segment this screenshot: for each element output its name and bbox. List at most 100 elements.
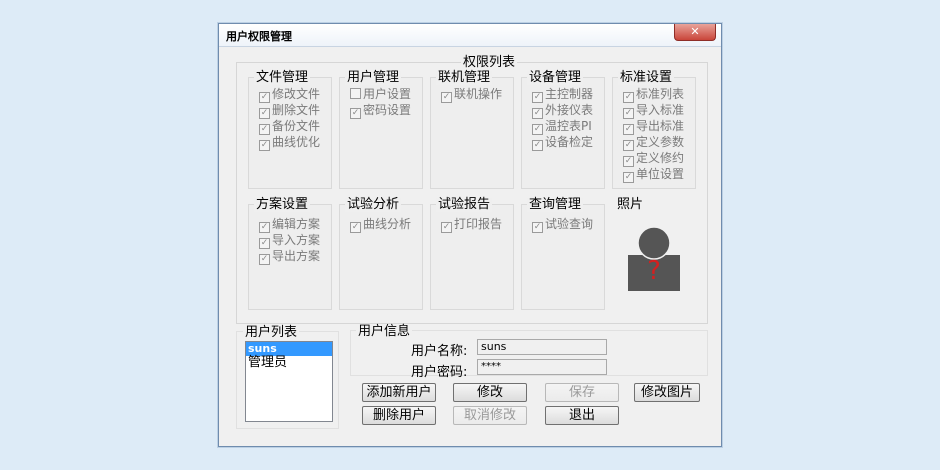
checkbox-main-controller[interactable]: ✓ 主控制器 [532,87,593,103]
checkbox-test-query[interactable]: ✓ 试验查询 [532,217,593,233]
checkbox-edit-scheme[interactable]: ✓ 编辑方案 [259,217,320,233]
checkbox-export-standard[interactable]: ✓ 导出标准 [623,119,684,135]
cancel-modify-button[interactable]: 取消修改 [453,406,527,425]
checkbox-label: 曲线优化 [272,135,321,149]
checkbox-checked-icon: ✓ [623,108,634,119]
exit-button[interactable]: 退出 [545,406,619,425]
group-label: 试验分析 [345,197,402,212]
checkbox-checked-icon: ✓ [623,92,634,103]
checkbox-external-meter[interactable]: ✓ 外接仪表 [532,103,593,119]
checkbox-delete-file[interactable]: ✓ 删除文件 [259,103,320,119]
modify-button[interactable]: 修改 [453,383,527,402]
checkbox-checked-icon: ✓ [623,156,634,167]
checkbox-label: 单位设置 [636,167,685,181]
user-info-title: 用户信息 [356,324,413,339]
group-label: 试验报告 [436,197,493,212]
permission-list-panel: 权限列表 文件管理 ✓ 修改文件 ✓ 删除文件 ✓ 备份文件 ✓ 曲线优化 用户管理 用… [236,56,708,324]
password-label: 用户密码: [411,365,468,380]
photo-label: 照片 [617,197,644,212]
user-listbox[interactable]: suns 管理员 [245,341,333,422]
checkbox-temp-controller[interactable]: ✓ 温控表PI [532,119,592,135]
checkbox-user-settings[interactable]: 用户设置 [350,87,411,101]
checkbox-checked-icon: ✓ [532,222,543,233]
checkbox-checked-icon: ✓ [350,108,361,119]
checkbox-label: 修改文件 [272,87,321,101]
checkbox-checked-icon: ✓ [532,92,543,103]
checkbox-device-calibration[interactable]: ✓ 设备检定 [532,135,593,151]
checkbox-import-standard[interactable]: ✓ 导入标准 [623,103,684,119]
checkbox-checked-icon: ✓ [259,222,270,233]
checkbox-import-scheme[interactable]: ✓ 导入方案 [259,233,320,249]
add-user-button[interactable]: 添加新用户 [362,383,436,402]
checkbox-online-operation[interactable]: ✓ 联机操作 [441,87,502,103]
checkbox-curve-analysis[interactable]: ✓ 曲线分析 [350,217,411,233]
checkbox-label: 曲线分析 [363,217,412,231]
checkbox-checked-icon: ✓ [532,140,543,151]
checkbox-checked-icon: ✓ [259,238,270,249]
checkbox-checked-icon: ✓ [259,254,270,265]
checkbox-checked-icon: ✓ [532,108,543,119]
group-label: 用户管理 [345,70,402,85]
checkbox-checked-icon: ✓ [259,124,270,135]
user-info-panel: 用户信息 用户名称: suns 用户密码: **** [350,325,708,380]
checkbox-checked-icon: ✓ [259,140,270,151]
permission-list-title: 权限列表 [461,55,518,70]
window-title: 用户权限管理 [226,30,292,43]
checkbox-checked-icon: ✓ [623,140,634,151]
user-list-title: 用户列表 [243,325,300,340]
save-button[interactable]: 保存 [545,383,619,402]
group-scheme-settings: 方案设置 ✓ 编辑方案 ✓ 导入方案 ✓ 导出方案 [248,198,332,310]
checkbox-checked-icon: ✓ [623,172,634,183]
group-label: 标准设置 [618,70,675,85]
checkbox-define-rounding[interactable]: ✓ 定义修约 [623,151,684,167]
checkbox-label: 导出方案 [272,249,321,263]
close-icon: ✕ [690,25,700,38]
user-list-panel: 用户列表 suns 管理员 [236,326,339,429]
checkbox-modify-file[interactable]: ✓ 修改文件 [259,87,320,103]
checkbox-checked-icon: ✓ [441,92,452,103]
checkbox-unit-settings[interactable]: ✓ 单位设置 [623,167,684,183]
list-item[interactable]: suns [246,342,332,356]
checkbox-label: 试验查询 [545,217,594,231]
group-label: 设备管理 [527,70,584,85]
checkbox-print-report[interactable]: ✓ 打印报告 [441,217,502,233]
checkbox-label: 定义参数 [636,135,685,149]
modify-photo-button[interactable]: 修改图片 [634,383,700,402]
checkbox-label: 导入方案 [272,233,321,247]
group-user-management: 用户管理 用户设置 ✓ 密码设置 [339,71,423,189]
username-label: 用户名称: [411,344,468,359]
checkbox-checked-icon: ✓ [259,108,270,119]
unknown-person-icon: ? [628,227,680,291]
checkbox-standard-list[interactable]: ✓ 标准列表 [623,87,684,103]
checkbox-label: 打印报告 [454,217,503,231]
checkbox-checked-icon: ✓ [259,92,270,103]
checkbox-password-settings[interactable]: ✓ 密码设置 [350,103,411,119]
checkbox-checked-icon: ✓ [532,124,543,135]
checkbox-label: 删除文件 [272,103,321,117]
checkbox-backup-file[interactable]: ✓ 备份文件 [259,119,320,135]
checkbox-checked-icon: ✓ [441,222,452,233]
group-test-analysis: 试验分析 ✓ 曲线分析 [339,198,423,310]
checkbox-define-params[interactable]: ✓ 定义参数 [623,135,684,151]
delete-user-button[interactable]: 删除用户 [362,406,436,425]
checkbox-checked-icon: ✓ [350,222,361,233]
checkbox-label: 密码设置 [363,103,412,117]
checkbox-label: 用户设置 [363,87,412,101]
password-field[interactable]: **** [477,359,607,375]
checkbox-label: 编辑方案 [272,217,321,231]
svg-text:?: ? [647,256,661,286]
checkbox-curve-optimize[interactable]: ✓ 曲线优化 [259,135,320,151]
checkbox-export-scheme[interactable]: ✓ 导出方案 [259,249,320,265]
close-button[interactable]: ✕ [674,24,716,41]
checkbox-label: 设备检定 [545,135,594,149]
checkbox-label: 联机操作 [454,87,503,101]
group-online-management: 联机管理 ✓ 联机操作 [430,71,514,189]
group-test-report: 试验报告 ✓ 打印报告 [430,198,514,310]
checkbox-label: 定义修约 [636,151,685,165]
checkbox-label: 导入标准 [636,103,685,117]
username-field[interactable]: suns [477,339,607,355]
list-item[interactable]: 管理员 [246,356,332,370]
group-file-management: 文件管理 ✓ 修改文件 ✓ 删除文件 ✓ 备份文件 ✓ 曲线优化 [248,71,332,189]
checkbox-label: 导出标准 [636,119,685,133]
group-standard-settings: 标准设置 ✓ 标准列表 ✓ 导入标准 ✓ 导出标准 ✓ 定义参数 ✓ 定义修约 ✓ 单位设置 [612,71,696,189]
